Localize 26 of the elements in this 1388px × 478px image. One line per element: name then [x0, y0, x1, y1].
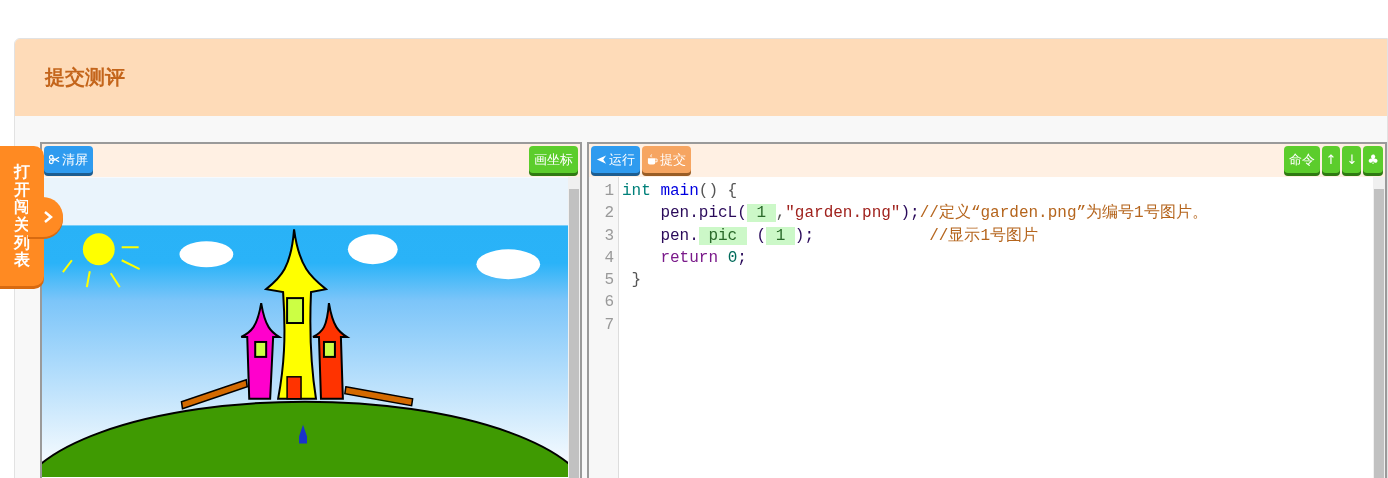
line-number: 6 [603, 292, 615, 314]
line-number: 4 [603, 247, 615, 269]
code-line: pen. pic ( 1 ); //显示1号图片 [659, 225, 1040, 247]
scrollbar[interactable] [568, 177, 580, 478]
cup-icon [647, 154, 658, 165]
line-number: 2 [603, 203, 615, 225]
scrollbar[interactable] [1373, 177, 1385, 478]
command-button[interactable]: ↑ [1321, 146, 1341, 173]
command-button[interactable]: ♣ [1363, 146, 1383, 173]
run-button[interactable]: 运行 [591, 146, 640, 173]
scissors-icon [49, 154, 60, 165]
command-button[interactable]: ↓ [1342, 146, 1362, 173]
line-number: 5 [603, 270, 615, 292]
command-button[interactable]: 命令 [1283, 146, 1320, 173]
code-line: } [630, 270, 643, 292]
code-line: pen.picL( 1 ,"garden.png");//定义“garden.png”为编号1号图片。 [659, 203, 1209, 225]
line-number: 7 [603, 314, 615, 336]
line-number: 3 [603, 225, 615, 247]
grid-button[interactable]: 画坐标 [529, 146, 578, 173]
section-title: 提交测评 [45, 64, 125, 91]
code-line: return 0; [659, 247, 748, 269]
line-number: 1 [603, 181, 615, 202]
clear-button[interactable]: 清屏 [44, 146, 93, 173]
triangle-left-icon [596, 154, 607, 165]
code-line: int main() { [621, 181, 739, 202]
submit-button[interactable]: 提交 [642, 146, 691, 173]
